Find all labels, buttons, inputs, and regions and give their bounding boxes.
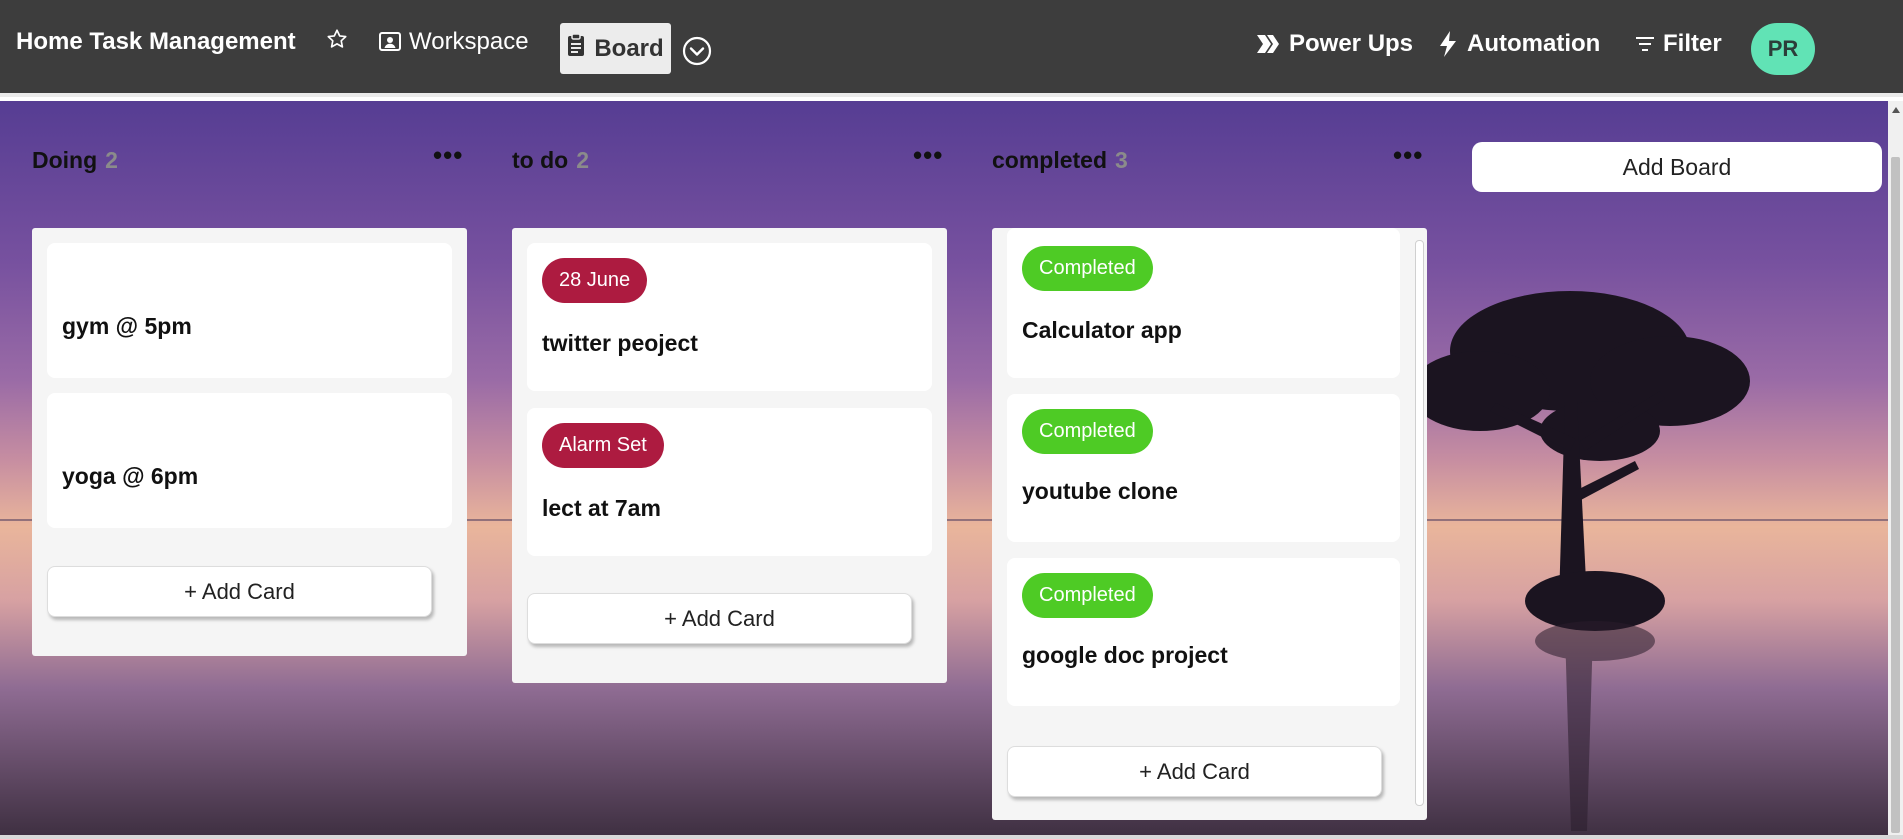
automation-button[interactable]: Automation: [1437, 30, 1600, 58]
chevron-down-circle-icon[interactable]: [682, 36, 712, 66]
tree-silhouette-icon: [1420, 291, 1750, 831]
card-title: youtube clone: [1022, 478, 1178, 504]
power-ups-label: Power Ups: [1289, 30, 1414, 57]
status-badge: Completed: [1022, 573, 1153, 618]
page-scrollbar[interactable]: [1888, 101, 1903, 835]
task-card[interactable]: Completed youtube clone: [1007, 394, 1400, 542]
status-badge: Completed: [1022, 409, 1153, 454]
workspace-label: Workspace: [409, 28, 529, 55]
power-ups-icon: [1255, 33, 1289, 55]
date-badge: 28 June: [542, 258, 648, 303]
card-title: google doc project: [1022, 642, 1228, 668]
workspace-button[interactable]: Workspace: [378, 28, 529, 56]
star-icon[interactable]: [326, 28, 348, 50]
avatar[interactable]: PR: [1751, 23, 1815, 75]
filter-icon: [1635, 35, 1663, 53]
task-card[interactable]: gym @ 5pm: [47, 243, 452, 378]
automation-label: Automation: [1467, 30, 1601, 57]
scroll-up-arrow-icon[interactable]: [1892, 107, 1900, 113]
add-card-button[interactable]: + Add Card: [47, 566, 432, 617]
filter-label: Filter: [1663, 30, 1722, 57]
lightning-icon: [1437, 30, 1467, 58]
more-options-icon[interactable]: •••: [1393, 142, 1423, 168]
workspace-icon: [378, 30, 409, 54]
more-options-icon[interactable]: •••: [433, 142, 463, 168]
task-card[interactable]: yoga @ 6pm: [47, 393, 452, 528]
task-card[interactable]: Alarm Set lect at 7am: [527, 408, 932, 556]
column-card-count: 2: [576, 147, 589, 173]
add-card-button[interactable]: + Add Card: [527, 593, 912, 644]
task-card[interactable]: Completed Calculator app: [1007, 228, 1400, 378]
clipboard-icon: [567, 33, 585, 64]
column-doing: gym @ 5pm yoga @ 6pm + Add Card: [32, 228, 467, 656]
top-navigation-bar: Home Task Management Workspace Board Pow…: [0, 0, 1903, 97]
scrollbar-thumb[interactable]: [1891, 157, 1900, 833]
filter-button[interactable]: Filter: [1635, 30, 1722, 58]
column-title-to-do: to do 2: [512, 147, 589, 174]
add-board-button[interactable]: Add Board: [1472, 142, 1882, 192]
column-scrollbar[interactable]: [1415, 240, 1424, 806]
column-title-completed: completed 3: [992, 147, 1128, 174]
card-title: yoga @ 6pm: [62, 463, 199, 489]
card-title: Calculator app: [1022, 317, 1182, 343]
card-title: gym @ 5pm: [62, 313, 192, 339]
card-title: lect at 7am: [542, 495, 661, 521]
task-card[interactable]: Completed google doc project: [1007, 558, 1400, 706]
board-label: Board: [594, 34, 664, 62]
column-to-do: 28 June twitter peoject Alarm Set lect a…: [512, 228, 947, 683]
alarm-badge: Alarm Set: [542, 423, 664, 468]
card-title: twitter peoject: [542, 330, 698, 356]
more-options-icon[interactable]: •••: [913, 142, 943, 168]
board-view-button[interactable]: Board: [560, 23, 671, 74]
column-completed: Completed Calculator app Completed youtu…: [992, 228, 1427, 820]
task-card[interactable]: 28 June twitter peoject: [527, 243, 932, 391]
column-title-doing: Doing 2: [32, 147, 118, 174]
bottom-border: [0, 835, 1903, 839]
board-title[interactable]: Home Task Management: [16, 28, 296, 56]
column-card-count: 2: [105, 147, 118, 173]
add-card-button[interactable]: + Add Card: [1007, 746, 1382, 797]
column-title-label: Doing: [32, 147, 98, 173]
column-title-label: to do: [512, 147, 569, 173]
status-badge: Completed: [1022, 246, 1153, 291]
column-card-count: 3: [1115, 147, 1128, 173]
column-title-label: completed: [992, 147, 1108, 173]
power-ups-button[interactable]: Power Ups: [1255, 30, 1413, 58]
